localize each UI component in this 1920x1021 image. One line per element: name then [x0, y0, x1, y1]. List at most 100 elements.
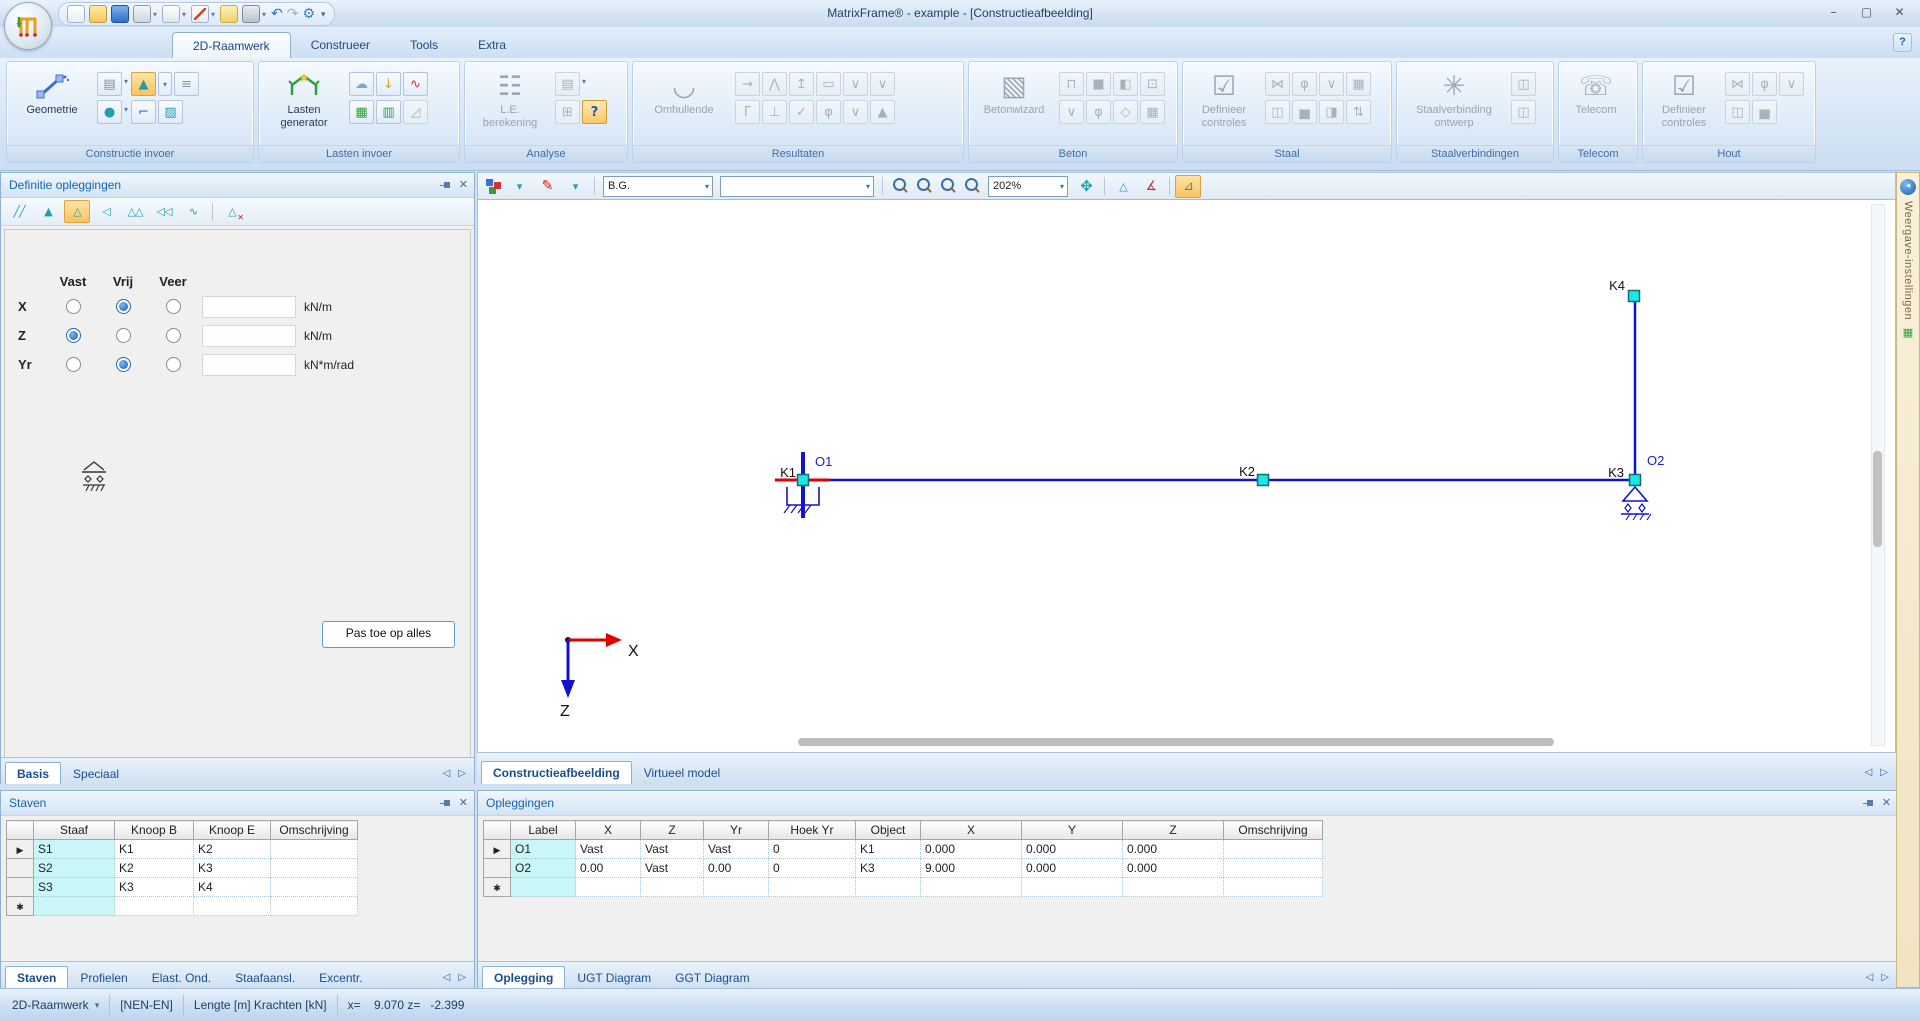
member-release-icon[interactable]: ⌐: [131, 100, 156, 124]
betonwizard-button[interactable]: ▧ Betonwizard: [974, 66, 1054, 146]
qat-overflow-icon[interactable]: ▾: [321, 9, 326, 20]
module-selector[interactable]: 2D-Raamwerk▾: [0, 998, 99, 1012]
radio-z-veer[interactable]: [166, 328, 181, 343]
load-combination-combo[interactable]: [720, 176, 874, 197]
spring-support-icon[interactable]: ∿: [180, 200, 206, 223]
zoom-inout-icon[interactable]: [937, 175, 959, 197]
radio-z-vast[interactable]: [66, 328, 81, 343]
select-pen-caret[interactable]: ▾: [562, 175, 588, 198]
loadcase-colors-icon[interactable]: [484, 177, 504, 195]
settings-icon[interactable]: ⚙: [302, 6, 315, 22]
ground-hatch-icon[interactable]: ╱╱: [6, 200, 32, 223]
shear-force-icon[interactable]: ↥: [789, 72, 814, 96]
climate-load-icon[interactable]: ☁: [349, 72, 374, 96]
table-row[interactable]: O20.00 Vast0.00 0K3 9.0000.000 0.000: [484, 859, 1323, 878]
mobile-load-icon[interactable]: ▥: [376, 100, 401, 124]
polygon-section-icon[interactable]: ◇: [1113, 100, 1138, 124]
save-icon[interactable]: [111, 5, 129, 23]
profiles-icon[interactable]: ▤: [97, 72, 122, 96]
collapse-icon[interactable]: ◂: [1900, 179, 1916, 195]
matrix-icon[interactable]: ⊞: [555, 100, 580, 124]
tab-tools[interactable]: Tools: [390, 32, 458, 58]
zoom-window-icon[interactable]: [889, 175, 911, 197]
node-k1[interactable]: [798, 475, 809, 486]
spring-value-x-input[interactable]: [202, 296, 296, 318]
radio-x-vrij[interactable]: [116, 299, 131, 314]
supports-caret[interactable]: ▾: [158, 72, 172, 96]
steel-building-icon[interactable]: ◫: [1265, 100, 1290, 124]
timber-deflection-icon[interactable]: ∨: [1779, 72, 1804, 96]
steel-calendar-icon[interactable]: ▦: [1346, 72, 1371, 96]
loadcase-colors-caret[interactable]: ▾: [506, 175, 532, 198]
delete-support-icon[interactable]: △: [219, 200, 245, 223]
radio-z-vrij[interactable]: [116, 328, 131, 343]
steel-rebar-icon[interactable]: φ: [1292, 72, 1317, 96]
rotation-result-icon[interactable]: φ: [816, 100, 841, 124]
rebar-icon[interactable]: φ: [1086, 100, 1111, 124]
steel-joint-icon[interactable]: ⋈: [1265, 72, 1290, 96]
scroll-right-icon[interactable]: ▷: [1881, 972, 1889, 983]
tab-oplegging[interactable]: Oplegging: [482, 966, 565, 989]
redo-icon[interactable]: ↷: [287, 6, 299, 22]
units-indicator[interactable]: Lengte [m] Krachten [kN]: [194, 998, 327, 1012]
timber-chart-icon[interactable]: ▅: [1752, 100, 1777, 124]
connection-a-icon[interactable]: ◫: [1511, 72, 1536, 96]
concrete-column-icon[interactable]: ◧: [1113, 72, 1138, 96]
print-preview-icon[interactable]: [162, 5, 180, 23]
app-logo-icon[interactable]: [4, 2, 52, 50]
supports-icon[interactable]: ▲: [131, 72, 156, 96]
moment-load-icon[interactable]: ∿: [403, 72, 428, 96]
lasten-generator-button[interactable]: Lasten generator: [264, 66, 344, 146]
concrete-doc-icon[interactable]: ▦: [1140, 100, 1165, 124]
point-load-icon[interactable]: ↓: [376, 72, 401, 96]
tab-excentr[interactable]: Excentr.: [307, 966, 374, 989]
deflection-icon[interactable]: ∨: [843, 72, 868, 96]
zoom-in-icon[interactable]: [961, 175, 983, 197]
spring-result-icon[interactable]: ✓: [789, 100, 814, 124]
plate-icon[interactable]: ▨: [158, 100, 183, 124]
structure-canvas[interactable]: K1 O1 K2 K3 O2 K4 X Z: [477, 200, 1896, 752]
reaction-arrow-icon[interactable]: ⊥: [762, 100, 787, 124]
nodes-icon[interactable]: ●: [97, 100, 122, 124]
table-row[interactable]: ▶ S1K1 K2: [7, 840, 358, 859]
pin-icon[interactable]: [1862, 797, 1874, 809]
tab-staven[interactable]: Staven: [5, 966, 68, 989]
radio-yr-veer[interactable]: [166, 357, 181, 372]
deflection-alt-icon[interactable]: ∨: [870, 72, 895, 96]
timber-building-icon[interactable]: ◫: [1725, 100, 1750, 124]
spring-value-yr-input[interactable]: [202, 354, 296, 376]
node-k2[interactable]: [1258, 475, 1269, 486]
norm-indicator[interactable]: [NEN-EN]: [120, 998, 173, 1012]
table-row[interactable]: S3K3 K4: [7, 878, 358, 897]
spring-value-z-input[interactable]: [202, 325, 296, 347]
report-icon[interactable]: [220, 5, 238, 23]
undo-icon[interactable]: ↶: [271, 6, 283, 22]
stress-icon[interactable]: ▭: [816, 72, 841, 96]
close-icon[interactable]: ✕: [459, 791, 468, 815]
edit-icon[interactable]: [191, 5, 209, 23]
tab-ggt-diagram[interactable]: GGT Diagram: [663, 966, 761, 989]
geometrie-button[interactable]: Geometrie: [12, 66, 92, 146]
concrete-moment-icon[interactable]: ∨: [1059, 100, 1084, 124]
moment-filled-icon[interactable]: ▲: [870, 100, 895, 124]
apply-to-all-button[interactable]: Pas toe op alles: [322, 621, 455, 648]
vertical-scrollbar[interactable]: [1871, 204, 1885, 746]
ground-beam-icon[interactable]: ≡: [174, 72, 199, 96]
steel-chart-icon[interactable]: ▅: [1292, 100, 1317, 124]
measure-icon[interactable]: ∡: [1138, 175, 1164, 198]
loadcase-combo[interactable]: B.G.: [603, 176, 713, 197]
table-row[interactable]: S2K2 K3: [7, 859, 358, 878]
close-icon[interactable]: ✕: [459, 173, 468, 197]
tab-ugt-diagram[interactable]: UGT Diagram: [565, 966, 663, 989]
snapshot-icon[interactable]: [242, 5, 260, 23]
connection-b-icon[interactable]: ◫: [1511, 100, 1536, 124]
support-display-icon[interactable]: △: [1110, 175, 1136, 198]
staalverbinding-ontwerp-button[interactable]: ✳ Staalverbinding ontwerp: [1402, 66, 1506, 146]
tab-construeer[interactable]: Construeer: [291, 32, 390, 58]
tab-constructieafbeelding[interactable]: Constructieafbeelding: [481, 761, 632, 784]
scroll-left-icon[interactable]: ◁: [1866, 972, 1874, 983]
envelope-result-icon[interactable]: ∨: [843, 100, 868, 124]
support-reactions-icon[interactable]: Γ: [735, 100, 760, 124]
vertical-rollers-icon[interactable]: ◁◁: [151, 200, 177, 223]
scroll-left-icon[interactable]: ◁: [1865, 767, 1873, 778]
